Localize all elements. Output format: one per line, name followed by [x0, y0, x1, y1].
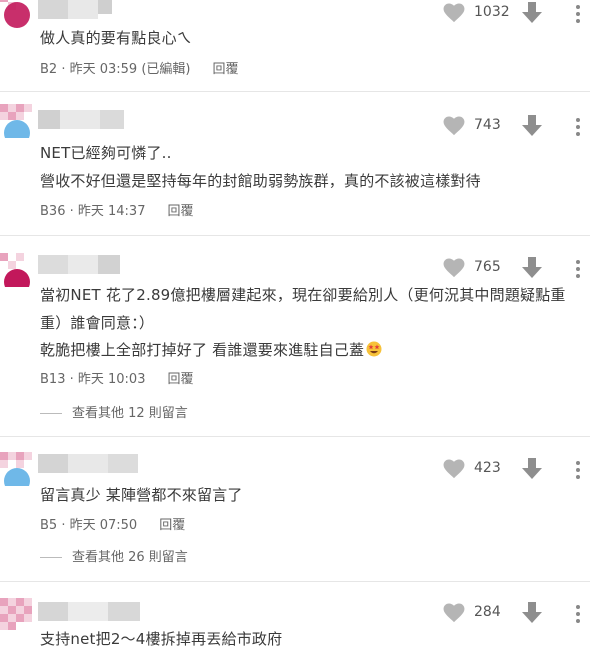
floor-number: B36: [40, 204, 66, 219]
divider: [0, 91, 590, 92]
avatar[interactable]: [0, 104, 34, 138]
timestamp: 昨天 03:59 (已編輯): [69, 62, 191, 77]
comment-meta: B5 · 昨天 07:50 回覆: [40, 518, 186, 533]
divider: [0, 235, 590, 236]
like-count: 765: [474, 259, 501, 275]
reply-button[interactable]: 回覆: [212, 62, 238, 77]
floor-number: B5: [40, 518, 58, 533]
comment-text: 支持net把2～4樓拆掉再丟給市政府: [40, 630, 283, 648]
comment-meta: B36 · 昨天 14:37 回覆: [40, 204, 194, 219]
divider: [0, 436, 590, 437]
star-struck-emoji: [366, 341, 382, 357]
floor-number: B13: [40, 372, 66, 387]
more-options-icon[interactable]: [575, 460, 581, 480]
comment-text-line-1: 當初NET 花了2.89億把樓層建起來，現在卻要給別人（更何況其中問題疑點重: [40, 286, 566, 304]
comment-text-line-1: NET已經夠可憐了..: [40, 144, 172, 162]
avatar[interactable]: [0, 598, 34, 632]
downvote-icon[interactable]: [522, 602, 542, 624]
like-count: 284: [474, 604, 501, 620]
comment-text: 留言真少 某陣營都不來留言了: [40, 486, 243, 504]
comment-text-line-2: 重）誰會同意：）: [40, 314, 155, 332]
timestamp: 昨天 10:03: [77, 372, 146, 387]
heart-icon[interactable]: [443, 3, 465, 23]
view-more-replies[interactable]: 查看其他 12 則留言: [40, 402, 188, 421]
heart-icon[interactable]: [443, 459, 465, 479]
downvote-icon[interactable]: [522, 2, 542, 24]
more-options-icon[interactable]: [575, 259, 581, 279]
downvote-icon[interactable]: [522, 458, 542, 480]
comment-text: 做人真的要有點良心ㄟ: [40, 29, 193, 47]
comment-text-line-3: 乾脆把樓上全部打掉好了 看誰還要來進駐自己蓋: [40, 339, 382, 360]
downvote-icon[interactable]: [522, 257, 542, 279]
more-options-icon[interactable]: [575, 117, 581, 137]
view-more-replies[interactable]: 查看其他 26 則留言: [40, 546, 188, 565]
like-count: 743: [474, 117, 501, 133]
heart-icon[interactable]: [443, 116, 465, 136]
avatar[interactable]: [0, 253, 34, 287]
floor-number: B2: [40, 62, 58, 77]
more-options-icon[interactable]: [575, 4, 581, 24]
divider: [0, 581, 590, 582]
like-count: 1032: [474, 4, 510, 20]
timestamp: 昨天 14:37: [77, 204, 146, 219]
reply-button[interactable]: 回覆: [167, 204, 193, 219]
downvote-icon[interactable]: [522, 115, 542, 137]
like-count: 423: [474, 460, 501, 476]
comment-text-line-2: 營收不好但還是堅持每年的封館助弱勢族群，真的不該被這樣對待: [40, 172, 481, 190]
comment-meta: B2 · 昨天 03:59 (已編輯) 回覆: [40, 62, 239, 77]
heart-icon[interactable]: [443, 258, 465, 278]
avatar[interactable]: [0, 452, 34, 486]
reply-button[interactable]: 回覆: [167, 372, 193, 387]
timestamp: 昨天 07:50: [69, 518, 138, 533]
comment-meta: B13 · 昨天 10:03 回覆: [40, 372, 194, 387]
more-options-icon[interactable]: [575, 604, 581, 624]
reply-button[interactable]: 回覆: [159, 518, 185, 533]
avatar[interactable]: [0, 0, 34, 28]
heart-icon[interactable]: [443, 603, 465, 623]
